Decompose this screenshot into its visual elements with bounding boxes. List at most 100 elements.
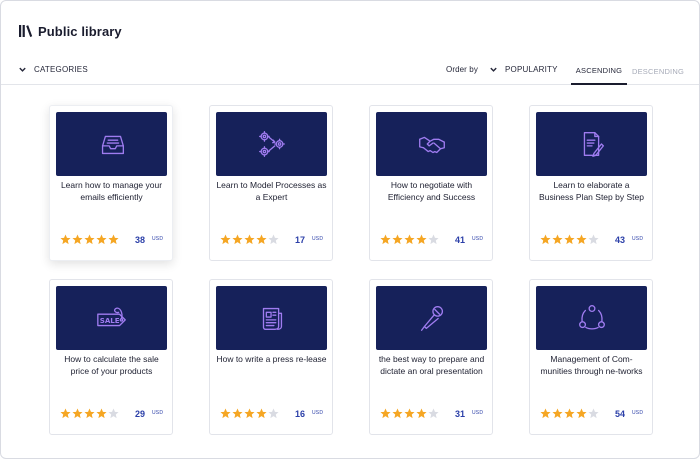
star-filled-icon	[60, 408, 71, 419]
star-filled-icon	[392, 408, 403, 419]
microphone-icon	[420, 306, 443, 331]
star-filled-icon	[564, 408, 575, 419]
star-empty-icon	[108, 408, 119, 419]
course-price: 41	[455, 235, 466, 245]
star-filled-icon	[244, 234, 255, 245]
order-by-label: Order by	[446, 65, 478, 74]
course-card[interactable]: How to negotiate with Efficiency and Suc…	[369, 105, 493, 261]
star-empty-icon	[588, 408, 599, 419]
course-price: 38	[135, 235, 146, 245]
svg-text:SALE: SALE	[99, 316, 119, 325]
course-card[interactable]: the best way to prepare and dictate an o…	[369, 279, 493, 435]
star-filled-icon	[256, 234, 267, 245]
course-card[interactable]: Learn how to manage your emails efficien…	[49, 105, 173, 261]
star-filled-icon	[392, 234, 403, 245]
star-filled-icon	[60, 234, 71, 245]
course-title: Learn to Model Processes as a Expert	[216, 180, 327, 202]
star-rating	[540, 234, 600, 245]
course-currency: USD	[312, 410, 324, 416]
course-currency: USD	[472, 410, 484, 416]
star-filled-icon	[564, 234, 575, 245]
course-title: the best way to prepare and dictate an o…	[378, 354, 485, 376]
course-currency: USD	[632, 236, 644, 242]
star-filled-icon	[72, 234, 83, 245]
star-rating	[220, 234, 280, 245]
order-by-dropdown[interactable]: POPULARITY	[489, 65, 558, 74]
star-filled-icon	[84, 234, 95, 245]
course-currency: USD	[152, 236, 164, 242]
handshake-icon	[418, 136, 445, 154]
course-card[interactable]: Learn to elaborate a Business Plan Step …	[529, 105, 653, 261]
star-filled-icon	[84, 408, 95, 419]
course-card[interactable]: Learn to Model Processes as a Expert 17 US…	[209, 105, 333, 261]
star-empty-icon	[268, 408, 279, 419]
inbox-tray-icon	[101, 135, 124, 155]
star-rating	[540, 408, 600, 419]
course-price: 16	[295, 409, 306, 419]
star-filled-icon	[96, 234, 107, 245]
course-thumbnail	[376, 286, 487, 350]
newspaper-icon	[262, 307, 282, 330]
course-currency: USD	[632, 410, 644, 416]
star-rating	[220, 408, 280, 419]
star-filled-icon	[576, 408, 587, 419]
star-filled-icon	[244, 408, 255, 419]
course-title: Learn how to manage your emails efficien…	[60, 180, 163, 202]
star-filled-icon	[404, 234, 415, 245]
star-filled-icon	[576, 234, 587, 245]
star-filled-icon	[416, 234, 427, 245]
course-thumbnail	[216, 112, 327, 176]
filter-bar: CATEGORIES Order by POPULARITY ASCENDING…	[1, 57, 699, 85]
categories-dropdown[interactable]: CATEGORIES	[18, 65, 88, 74]
course-price: 54	[615, 409, 626, 419]
star-rating	[380, 234, 440, 245]
library-window: Public library CATEGORIES Order by POPUL…	[0, 0, 700, 459]
chevron-down-icon	[19, 67, 26, 72]
course-card[interactable]: How to write a press re-lease 16 USD	[209, 279, 333, 435]
course-currency: USD	[312, 236, 324, 242]
star-empty-icon	[268, 234, 279, 245]
star-filled-icon	[256, 408, 267, 419]
star-rating	[60, 408, 120, 419]
course-currency: USD	[472, 236, 484, 242]
star-filled-icon	[540, 234, 551, 245]
star-empty-icon	[428, 234, 439, 245]
course-title: Learn to elaborate a Business Plan Step …	[539, 180, 644, 202]
course-price: 29	[135, 409, 146, 419]
categories-label: CATEGORIES	[34, 65, 88, 74]
chevron-down-icon	[490, 67, 497, 72]
course-price: 31	[455, 409, 466, 419]
star-empty-icon	[588, 234, 599, 245]
course-card[interactable]: SALE How to calculate the sale price of y…	[49, 279, 173, 435]
course-title: How to calculate the sale price of your …	[64, 354, 159, 376]
star-filled-icon	[108, 234, 119, 245]
header: Public library	[1, 1, 699, 51]
star-filled-icon	[220, 234, 231, 245]
tab-ascending[interactable]: ASCENDING	[571, 57, 627, 85]
course-price: 43	[615, 235, 626, 245]
star-filled-icon	[380, 234, 391, 245]
star-filled-icon	[552, 408, 563, 419]
document-pen-icon	[583, 132, 604, 157]
course-title: Management of Com-munities through ne-tw…	[540, 354, 643, 376]
star-filled-icon	[404, 408, 415, 419]
star-filled-icon	[72, 408, 83, 419]
star-filled-icon	[232, 234, 243, 245]
star-filled-icon	[540, 408, 551, 419]
star-rating	[380, 408, 440, 419]
tab-descending[interactable]: DESCENDING	[631, 57, 685, 85]
course-thumbnail	[536, 112, 647, 176]
course-thumbnail	[376, 112, 487, 176]
star-filled-icon	[220, 408, 231, 419]
course-thumbnail: SALE	[56, 286, 167, 350]
library-books-icon	[19, 25, 33, 37]
course-card[interactable]: Management of Com-munities through ne-tw…	[529, 279, 653, 435]
course-price: 17	[295, 235, 306, 245]
star-filled-icon	[380, 408, 391, 419]
page-title: Public library	[38, 24, 122, 39]
order-by-value: POPULARITY	[505, 65, 558, 74]
star-empty-icon	[428, 408, 439, 419]
course-currency: USD	[152, 410, 164, 416]
sale-tag-icon: SALE	[96, 307, 126, 327]
community-network-icon	[578, 305, 605, 330]
